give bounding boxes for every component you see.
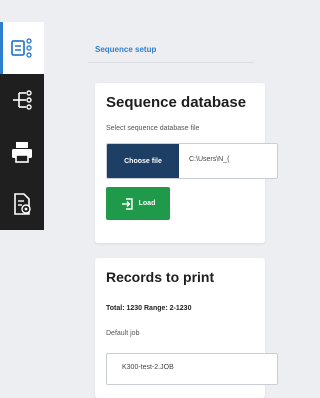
sidebar-item-structure[interactable]	[0, 74, 44, 126]
records-summary: Total: 1230 Range: 2-1230	[106, 305, 192, 312]
printer-icon	[12, 142, 32, 163]
tree-structure-icon	[13, 90, 32, 110]
sidebar-item-document-settings[interactable]	[0, 178, 44, 230]
file-picker: Choose file C:\Users\N_(	[106, 143, 278, 179]
default-job-value: K300-test-2.JOB	[122, 364, 174, 371]
select-file-label: Select sequence database file	[106, 125, 200, 132]
sequence-database-card: Sequence database Select sequence databa…	[95, 83, 278, 243]
header-divider	[88, 62, 254, 63]
file-path-text: C:\Users\N_(	[189, 156, 230, 163]
document-settings-icon	[14, 193, 31, 215]
card-title: Records to print	[106, 269, 215, 285]
default-job-label: Default job	[106, 330, 140, 337]
load-icon	[121, 197, 133, 210]
choose-file-button[interactable]: Choose file	[107, 144, 179, 178]
load-button[interactable]: Load	[106, 187, 170, 220]
records-card: Records to print Total: 1230 Range: 2-12…	[95, 258, 278, 398]
breadcrumb: Sequence setup	[95, 45, 157, 54]
load-button-label: Load	[138, 200, 156, 207]
default-job-field[interactable]: K300-test-2.JOB	[106, 353, 278, 385]
sidebar-item-sequence[interactable]	[0, 22, 44, 74]
sidebar	[0, 22, 44, 292]
sidebar-item-print[interactable]	[0, 126, 44, 178]
sequence-list-icon	[11, 38, 32, 58]
card-title: Sequence database	[106, 94, 247, 111]
